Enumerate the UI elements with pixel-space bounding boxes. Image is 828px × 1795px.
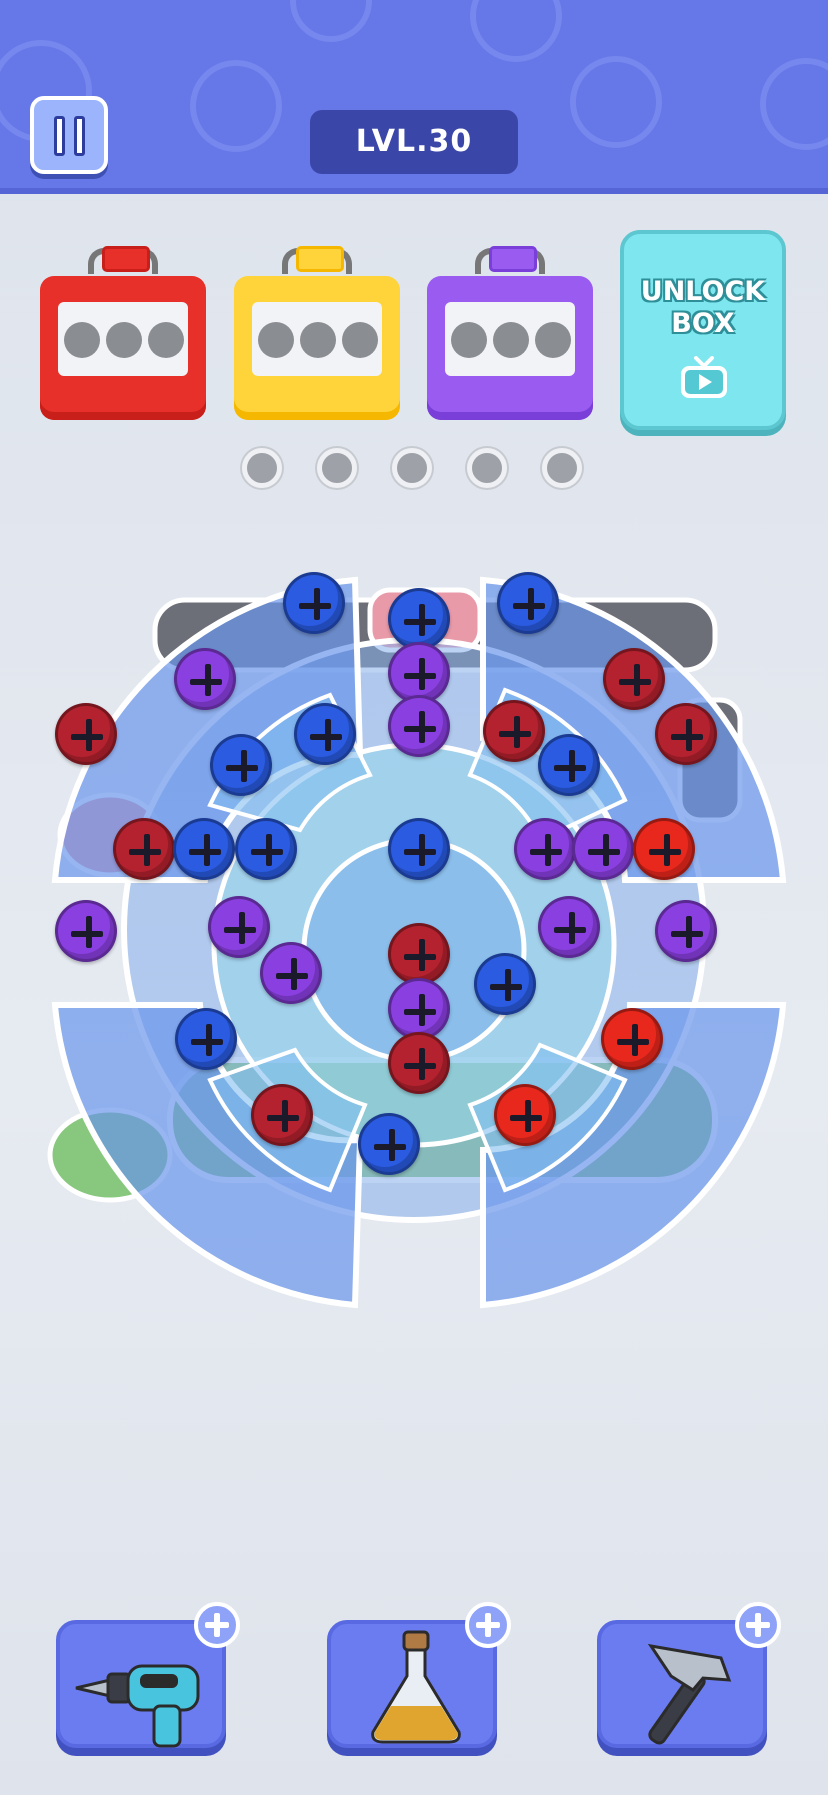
hammer-icon [647, 1643, 732, 1745]
red-collection-box [40, 246, 206, 420]
darkred-screw[interactable] [388, 923, 450, 985]
red-screw[interactable] [601, 1008, 663, 1070]
box-body [40, 276, 206, 420]
darkred-screw[interactable] [655, 703, 717, 765]
background-screw-icon [290, 0, 372, 42]
blue-screw[interactable] [283, 572, 345, 634]
purple-screw[interactable] [538, 896, 600, 958]
purple-screw[interactable] [655, 900, 717, 962]
unlock-box-button[interactable]: UNLOCK BOX [620, 230, 786, 430]
blue-screw[interactable] [358, 1113, 420, 1175]
blue-screw[interactable] [235, 818, 297, 880]
empty-screw-slot [64, 322, 100, 358]
tv-play-icon [681, 356, 727, 398]
add-drill-icon[interactable] [194, 1602, 240, 1648]
box-body [427, 276, 593, 420]
purple-screw[interactable] [174, 648, 236, 710]
empty-screw-hole[interactable] [392, 448, 432, 488]
pause-button[interactable] [30, 96, 108, 174]
blue-screw[interactable] [538, 734, 600, 796]
purple-screw[interactable] [208, 896, 270, 958]
empty-screw-slot [342, 322, 378, 358]
red-screw[interactable] [494, 1084, 556, 1146]
empty-screw-hole[interactable] [242, 448, 282, 488]
blue-screw[interactable] [294, 703, 356, 765]
background-screw-icon [190, 60, 282, 152]
purple-screw[interactable] [388, 695, 450, 757]
empty-screw-slot [300, 322, 336, 358]
empty-screw-hole[interactable] [542, 448, 582, 488]
purple-screw[interactable] [388, 978, 450, 1040]
purple-screw[interactable] [260, 942, 322, 1004]
blue-screw[interactable] [210, 734, 272, 796]
red-screw[interactable] [633, 818, 695, 880]
drill-booster-button[interactable] [56, 1602, 240, 1748]
potion-icon [371, 1630, 461, 1744]
top-bar: LVL.30 [0, 0, 828, 194]
box-slot-panel [445, 302, 575, 376]
potion-booster-button[interactable] [327, 1602, 511, 1748]
pause-icon [54, 116, 65, 156]
level-indicator: LVL.30 [310, 110, 518, 174]
background-screw-icon [760, 58, 828, 150]
purple-screw[interactable] [572, 818, 634, 880]
darkred-screw[interactable] [603, 648, 665, 710]
darkred-screw[interactable] [388, 1032, 450, 1094]
darkred-screw[interactable] [251, 1084, 313, 1146]
box-lid [102, 246, 150, 272]
box-lid [489, 246, 537, 272]
darkred-screw[interactable] [483, 700, 545, 762]
add-hammer-icon[interactable] [735, 1602, 781, 1648]
empty-screw-slot [148, 322, 184, 358]
blue-screw[interactable] [497, 572, 559, 634]
empty-screw-slot [493, 322, 529, 358]
puzzle-board [0, 560, 828, 1350]
blue-screw[interactable] [474, 953, 536, 1015]
background-screw-icon [470, 0, 562, 62]
hammer-booster-button[interactable] [597, 1602, 781, 1748]
darkred-screw[interactable] [55, 703, 117, 765]
purple-screw[interactable] [514, 818, 576, 880]
darkred-screw[interactable] [113, 818, 175, 880]
empty-screw-slot [258, 322, 294, 358]
empty-screw-slot [535, 322, 571, 358]
box-lid [296, 246, 344, 272]
empty-screw-hole[interactable] [317, 448, 357, 488]
pause-icon [74, 116, 85, 156]
add-potion-icon[interactable] [465, 1602, 511, 1648]
background-screw-icon [570, 56, 662, 148]
box-body [234, 276, 400, 420]
blue-screw[interactable] [388, 588, 450, 650]
blue-screw[interactable] [175, 1008, 237, 1070]
purple-collection-box [427, 246, 593, 420]
blue-screw[interactable] [173, 818, 235, 880]
purple-screw[interactable] [55, 900, 117, 962]
empty-screw-slot [451, 322, 487, 358]
empty-screw-hole[interactable] [467, 448, 507, 488]
empty-screw-slot [106, 322, 142, 358]
box-slot-panel [252, 302, 382, 376]
yellow-collection-box [234, 246, 400, 420]
drill-icon [75, 1664, 200, 1748]
blue-screw[interactable] [388, 818, 450, 880]
unlock-box-label: UNLOCK BOX [640, 276, 766, 339]
box-slot-panel [58, 302, 188, 376]
